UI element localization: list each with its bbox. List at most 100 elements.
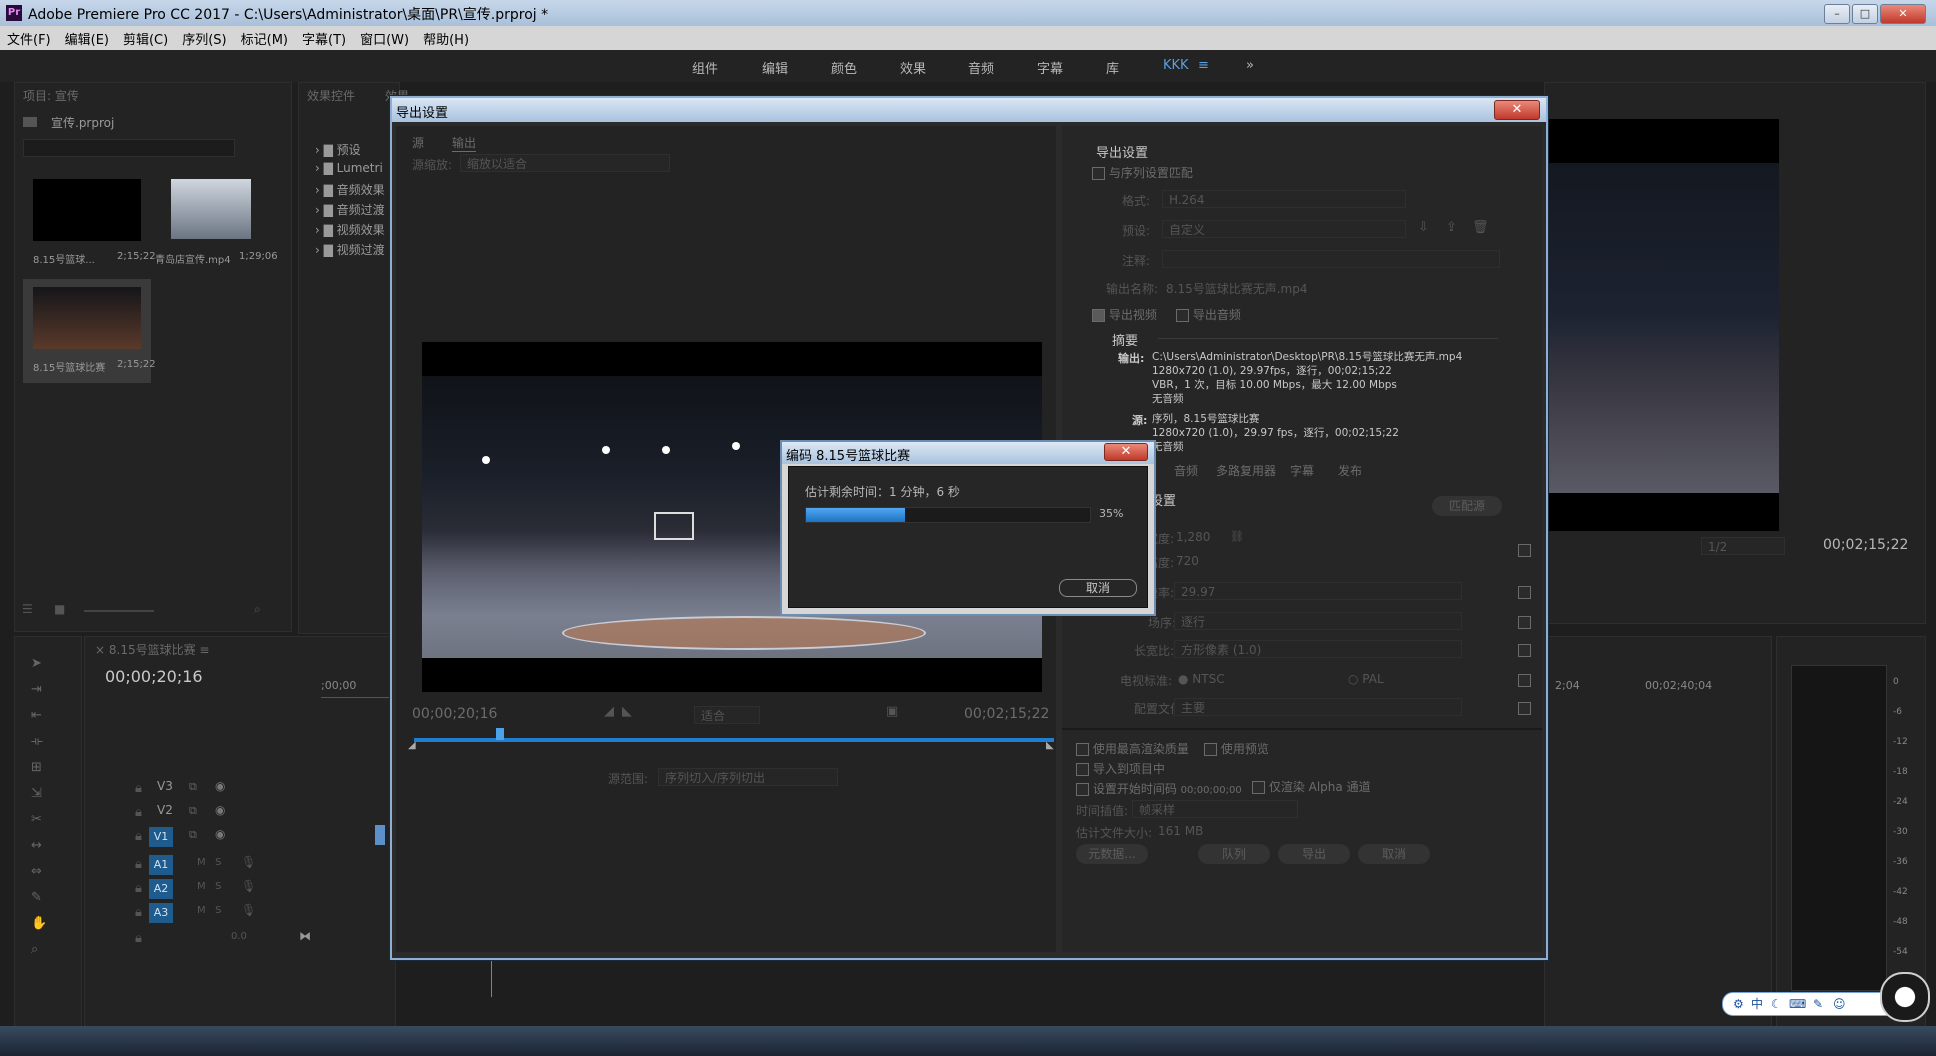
- lock-icon[interactable]: 🔒︎: [135, 931, 142, 946]
- zoom-icon[interactable]: ⌕: [31, 937, 47, 963]
- workspace-overflow-icon[interactable]: »: [1246, 58, 1254, 73]
- track-select-back-icon[interactable]: ⇤: [31, 703, 47, 729]
- moon-icon[interactable]: ☾: [1771, 993, 1782, 1015]
- tab-source[interactable]: 源: [412, 134, 424, 151]
- folder-presets[interactable]: › ▇ 预设: [315, 141, 385, 161]
- encoding-close-button[interactable]: ✕: [1104, 443, 1148, 461]
- export-button[interactable]: 导出: [1278, 844, 1350, 864]
- export-audio-checkbox[interactable]: 导出音频: [1176, 306, 1241, 323]
- menu-title[interactable]: 字幕(T): [295, 26, 353, 48]
- preview-scrubber-track[interactable]: [414, 738, 1054, 742]
- metadata-button[interactable]: 元数据...: [1076, 844, 1148, 864]
- set-start-timecode-checkbox[interactable]: 设置开始时间码 00;00;00;00: [1076, 780, 1242, 797]
- preset-select[interactable]: 自定义: [1162, 220, 1406, 238]
- maximize-button[interactable]: □: [1852, 4, 1878, 24]
- qq-penguin-icon[interactable]: [1880, 972, 1930, 1022]
- field-order-select[interactable]: 逐行: [1174, 612, 1462, 630]
- out-point-icon[interactable]: ◣: [1046, 740, 1054, 751]
- track-target-a1[interactable]: A1: [149, 855, 173, 875]
- menu-file[interactable]: 文件(F): [0, 26, 58, 48]
- v1-clip[interactable]: [375, 825, 385, 845]
- source-scaling-select[interactable]: 缩放以适合: [460, 154, 670, 172]
- track-target-a2[interactable]: A2: [149, 879, 173, 899]
- workspace-editing[interactable]: 编辑: [762, 58, 788, 77]
- smiley-icon[interactable]: ☺: [1833, 993, 1846, 1015]
- output-name-link[interactable]: 8.15号篮球比赛无声.mp4: [1166, 280, 1307, 297]
- mark-out-icon[interactable]: ◣: [622, 704, 632, 719]
- rolling-edit-icon[interactable]: ⊞: [31, 755, 47, 781]
- workspace-color[interactable]: 颜色: [831, 58, 857, 77]
- menu-marker[interactable]: 标记(M): [234, 26, 295, 48]
- profile-checkbox[interactable]: [1518, 702, 1531, 715]
- eye-icon[interactable]: ◉: [215, 803, 225, 817]
- menu-help[interactable]: 帮助(H): [416, 26, 476, 48]
- width-height-checkbox[interactable]: [1518, 544, 1531, 557]
- eye-icon[interactable]: ◉: [215, 779, 225, 793]
- lock-icon[interactable]: 🔒︎: [135, 781, 142, 796]
- folder-audio-transitions[interactable]: › ▇ 音频过渡: [315, 201, 385, 221]
- project-item-selected[interactable]: 8.15号篮球比赛 2;15;22: [23, 279, 156, 383]
- zoom-slider[interactable]: [84, 610, 154, 612]
- match-source-button[interactable]: 匹配源: [1432, 496, 1502, 516]
- frame-rate-select[interactable]: 29.97: [1174, 582, 1462, 600]
- save-preset-icon[interactable]: ⇩: [1418, 220, 1429, 235]
- hand-icon[interactable]: ✋: [31, 911, 47, 937]
- menu-edit[interactable]: 编辑(E): [58, 26, 116, 48]
- encode-cancel-button[interactable]: 取消: [1059, 579, 1137, 597]
- project-item[interactable]: 8.15号篮球... 2;15;22: [23, 175, 156, 285]
- dialog-close-button[interactable]: ✕: [1494, 100, 1540, 120]
- selection-tool-icon[interactable]: ➤: [31, 651, 47, 677]
- lock-icon[interactable]: 🔒︎: [135, 881, 142, 896]
- rate-stretch-icon[interactable]: ⇲: [31, 781, 47, 807]
- max-render-quality-checkbox[interactable]: 使用最高渲染质量: [1076, 740, 1189, 757]
- track-select-icon[interactable]: ⇥: [31, 677, 47, 703]
- workspace-assembly[interactable]: 组件: [692, 58, 718, 77]
- project-panel-tab[interactable]: 项目: 宣传: [23, 87, 79, 104]
- import-preset-icon[interactable]: ⇪: [1446, 220, 1457, 235]
- eye-icon[interactable]: ◉: [215, 827, 225, 841]
- mic-icon[interactable]: 🎙︎: [241, 855, 256, 869]
- comment-input[interactable]: [1162, 250, 1500, 268]
- slip-icon[interactable]: ↔: [31, 833, 47, 859]
- effect-controls-tab[interactable]: 效果控件: [307, 87, 355, 104]
- keyboard-icon[interactable]: ⌨: [1789, 993, 1806, 1015]
- cancel-button[interactable]: 取消: [1358, 844, 1430, 864]
- master-end-icon[interactable]: ⧓: [299, 929, 311, 943]
- tab-multiplexer[interactable]: 多路复用器: [1216, 462, 1276, 479]
- tab-captions[interactable]: 字幕: [1290, 462, 1314, 479]
- export-video-checkbox[interactable]: 导出视频: [1092, 306, 1157, 323]
- master-volume[interactable]: 0.0: [231, 931, 247, 942]
- folder-audio-effects[interactable]: › ▇ 音频效果: [315, 181, 385, 201]
- ntsc-radio[interactable]: ● NTSC: [1178, 672, 1225, 686]
- icon-view-icon[interactable]: ■: [54, 602, 65, 616]
- project-search-input[interactable]: [23, 139, 235, 157]
- mute-solo-buttons[interactable]: M S: [197, 881, 222, 892]
- pen-icon[interactable]: ✎: [31, 885, 47, 911]
- lock-icon[interactable]: 🔒︎: [135, 905, 142, 920]
- width-value[interactable]: 1,280: [1176, 530, 1210, 544]
- menu-clip[interactable]: 剪辑(C): [116, 26, 175, 48]
- workspace-libraries[interactable]: 库: [1106, 58, 1119, 77]
- track-target-a3[interactable]: A3: [149, 903, 173, 923]
- aspect-checkbox[interactable]: [1518, 644, 1531, 657]
- frame-rate-checkbox[interactable]: [1518, 586, 1531, 599]
- workspace-kkk[interactable]: KKK: [1163, 58, 1189, 73]
- aspect-select[interactable]: 方形像素 (1.0): [1174, 640, 1462, 658]
- lock-icon[interactable]: 🔒︎: [135, 857, 142, 872]
- link-dimensions-icon[interactable]: ⛓︎: [1230, 530, 1244, 543]
- search-icon[interactable]: ⌕: [254, 602, 261, 617]
- workspace-titles[interactable]: 字幕: [1037, 58, 1063, 77]
- mic-icon[interactable]: 🎙︎: [241, 879, 256, 893]
- sync-lock-icon[interactable]: ⧉: [189, 780, 197, 794]
- track-target-v1[interactable]: V1: [149, 827, 173, 847]
- format-select[interactable]: H.264: [1162, 190, 1406, 208]
- render-alpha-checkbox[interactable]: 仅渲染 Alpha 通道: [1252, 778, 1371, 795]
- field-order-checkbox[interactable]: [1518, 616, 1531, 629]
- workspace-effects[interactable]: 效果: [900, 58, 926, 77]
- mute-solo-buttons[interactable]: M S: [197, 857, 222, 868]
- import-into-project-checkbox[interactable]: 导入到项目中: [1076, 760, 1165, 777]
- ime-mode[interactable]: 中: [1751, 993, 1763, 1015]
- tab-audio[interactable]: 音频: [1174, 462, 1198, 479]
- folder-video-effects[interactable]: › ▇ 视频效果: [315, 221, 385, 241]
- menu-sequence[interactable]: 序列(S): [175, 26, 233, 48]
